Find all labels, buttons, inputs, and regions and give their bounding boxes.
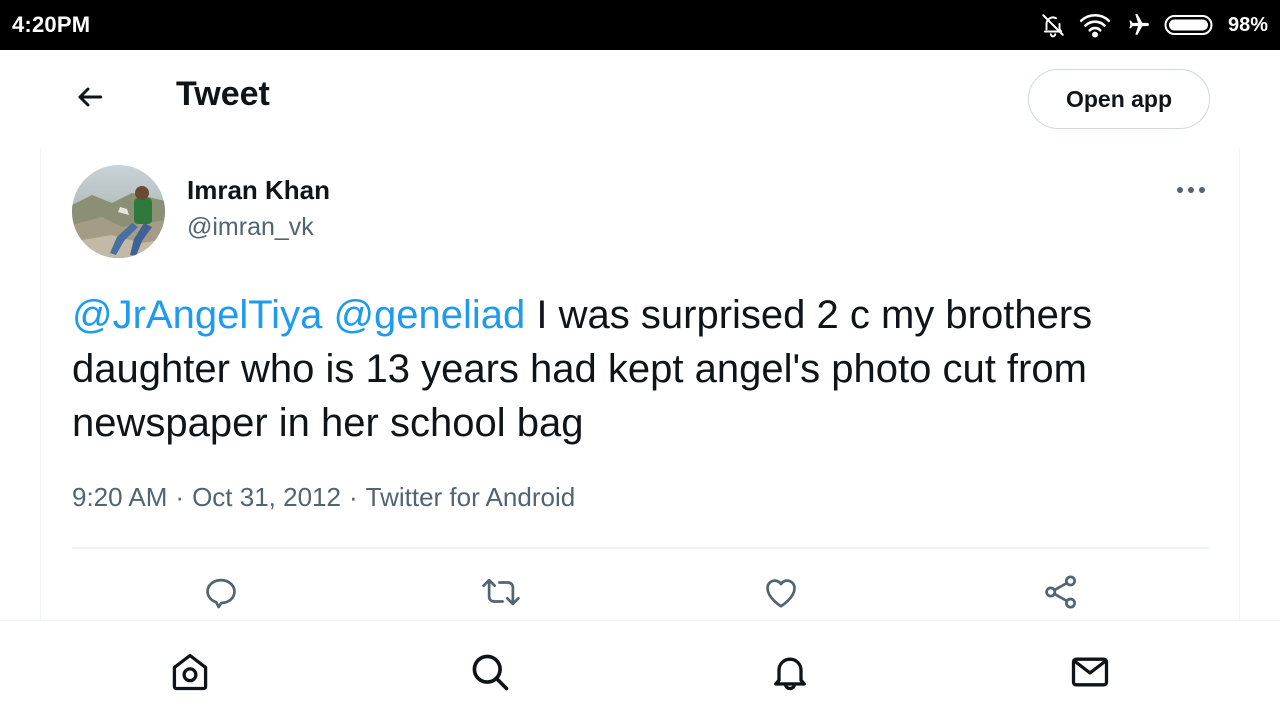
- battery-icon: [1164, 13, 1216, 37]
- share-icon: [1042, 573, 1080, 616]
- tweet-time[interactable]: 9:20 AM: [72, 482, 167, 512]
- action-bar: [41, 568, 1241, 618]
- tweet-source: Twitter for Android: [365, 482, 576, 512]
- tweet-text: @JrAngelTiya @geneliad I was surprised 2…: [72, 288, 1212, 450]
- share-button[interactable]: [1041, 574, 1081, 614]
- like-button[interactable]: [761, 574, 801, 614]
- status-icons: 98%: [1040, 12, 1268, 38]
- open-app-button[interactable]: Open app: [1028, 69, 1210, 129]
- retweet-button[interactable]: [481, 574, 521, 614]
- more-options-button[interactable]: [1171, 178, 1211, 202]
- wifi-icon: [1078, 12, 1112, 38]
- arrow-left-icon: [74, 81, 106, 118]
- nav-search[interactable]: [467, 651, 513, 697]
- back-button[interactable]: [70, 79, 110, 119]
- bell-muted-icon: [1040, 12, 1066, 38]
- status-bar: 4:20PM 98%: [0, 0, 1280, 50]
- reply-button[interactable]: [201, 574, 241, 614]
- notifications-icon: [768, 650, 812, 699]
- mention-link[interactable]: @geneliad: [333, 293, 525, 337]
- tweet-card: Imran Khan @imran_vk @JrAngelTiya @genel…: [40, 148, 1240, 622]
- mention-link[interactable]: @JrAngelTiya: [72, 293, 322, 337]
- reply-icon: [202, 573, 240, 616]
- home-icon: [168, 650, 212, 699]
- airplane-icon: [1124, 12, 1152, 38]
- bottom-nav: [0, 620, 1280, 720]
- page-title: Tweet: [176, 75, 270, 113]
- retweet-icon: [480, 573, 522, 616]
- avatar[interactable]: [72, 165, 165, 258]
- search-icon: [468, 650, 512, 699]
- status-time: 4:20PM: [12, 12, 91, 37]
- separator: ·: [348, 482, 358, 512]
- battery-percentage: 98%: [1227, 13, 1268, 36]
- nav-home[interactable]: [167, 651, 213, 697]
- messages-icon: [1068, 650, 1112, 699]
- tweet-meta: 9:20 AM · Oct 31, 2012 · Twitter for Android: [72, 482, 575, 513]
- nav-messages[interactable]: [1067, 651, 1113, 697]
- more-horizontal-icon: [1176, 181, 1206, 199]
- separator: ·: [175, 482, 185, 512]
- author-handle[interactable]: @imran_vk: [187, 213, 314, 242]
- tweet-date[interactable]: Oct 31, 2012: [192, 482, 341, 512]
- top-header: Tweet Open app: [0, 50, 1280, 148]
- divider: [72, 547, 1209, 549]
- like-icon: [762, 574, 800, 615]
- author-name[interactable]: Imran Khan: [187, 175, 330, 206]
- nav-notifications[interactable]: [767, 651, 813, 697]
